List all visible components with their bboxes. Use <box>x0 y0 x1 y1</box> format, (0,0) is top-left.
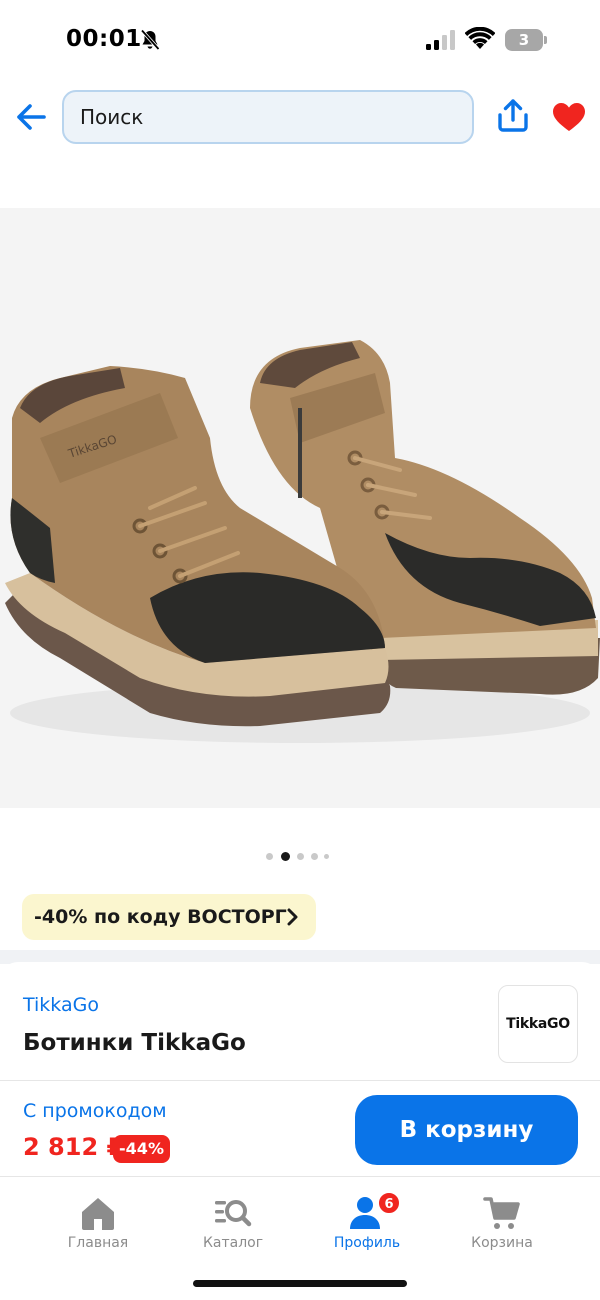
bell-muted-icon <box>140 29 160 51</box>
product-image[interactable]: TikkaGO <box>0 208 600 808</box>
price-label: С промокодом <box>23 1100 167 1122</box>
battery-tip <box>544 36 547 44</box>
share-icon[interactable] <box>496 98 530 134</box>
product-title: Ботинки TikkaGo <box>23 1030 246 1056</box>
pagination-dot[interactable] <box>297 853 304 860</box>
price-value: 2 812 ₽ <box>23 1133 124 1161</box>
promo-code-chip[interactable]: -40% по коду ВОСТОРГ <box>22 894 316 940</box>
favorite-heart-icon[interactable] <box>552 102 586 132</box>
tab-label: Корзина <box>471 1235 533 1251</box>
pagination-dot[interactable] <box>311 853 318 860</box>
tab-profile[interactable]: 6 Профиль <box>307 1191 427 1255</box>
status-bar: 00:01 3 <box>0 0 600 80</box>
brand-link[interactable]: TikkaGo <box>23 994 99 1016</box>
battery-level: 3 <box>518 31 530 49</box>
tab-catalog[interactable]: Каталог <box>173 1195 293 1255</box>
boots-illustration: TikkaGO <box>0 208 600 808</box>
status-time: 00:01 <box>66 26 142 52</box>
tab-label: Профиль <box>333 1235 401 1251</box>
pagination-dot[interactable] <box>266 853 273 860</box>
cellular-signal-icon <box>426 30 455 50</box>
home-icon <box>82 1198 114 1230</box>
image-pagination[interactable] <box>266 851 336 861</box>
discount-badge: -44% <box>113 1135 170 1163</box>
brand-logo-text: TikkaGO <box>506 1016 570 1032</box>
add-to-cart-button[interactable]: В корзину <box>355 1095 578 1165</box>
chevron-right-icon <box>287 908 298 926</box>
pagination-dot-active[interactable] <box>281 852 290 861</box>
brand-logo[interactable]: TikkaGO <box>498 985 578 1063</box>
promo-text: -40% по коду ВОСТОРГ <box>34 906 287 928</box>
divider <box>0 1080 600 1081</box>
search-placeholder: Поиск <box>80 105 144 129</box>
back-arrow-icon[interactable] <box>14 100 48 134</box>
tab-cart[interactable]: Корзина <box>442 1195 562 1255</box>
wifi-icon <box>465 27 495 49</box>
tab-label: Каталог <box>202 1235 264 1251</box>
pagination-dot[interactable] <box>324 854 329 859</box>
profile-notification-badge: 6 <box>377 1191 401 1215</box>
cart-icon <box>483 1197 520 1229</box>
search-input[interactable]: Поиск <box>62 90 474 144</box>
tab-home[interactable]: Главная <box>38 1195 158 1255</box>
catalog-search-icon <box>215 1200 252 1227</box>
top-navigation: Поиск <box>0 88 600 148</box>
battery-indicator: 3 <box>505 29 543 51</box>
tab-label: Главная <box>67 1235 129 1251</box>
home-indicator[interactable] <box>193 1280 407 1287</box>
